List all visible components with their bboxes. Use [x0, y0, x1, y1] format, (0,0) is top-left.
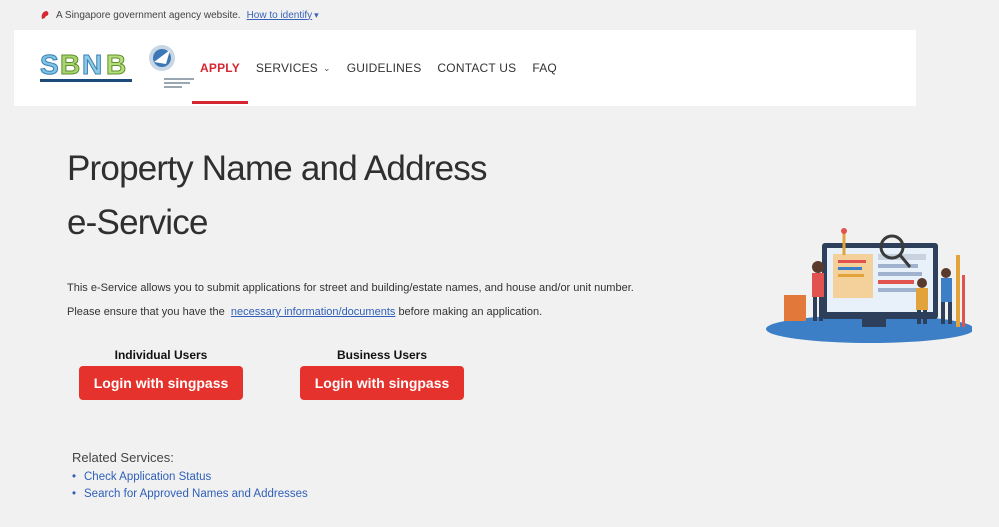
business-users-section: Business Users Login with singpass — [300, 348, 464, 400]
individual-users-label: Individual Users — [114, 348, 208, 362]
svg-text:N: N — [82, 49, 102, 80]
svg-text:B: B — [60, 49, 80, 80]
necessary-documents-link[interactable]: necessary information/documents — [231, 306, 395, 318]
related-services-heading: Related Services: — [72, 450, 174, 465]
svg-text:B: B — [106, 49, 126, 80]
business-users-label: Business Users — [336, 348, 428, 362]
header-navbar: S B N B APPLY SERVICES ⌄ GUIDELINES CONT… — [14, 30, 916, 106]
hero-illustration — [766, 228, 972, 343]
page-title-line-1: Property Name and Address — [67, 149, 487, 188]
sla-logo[interactable] — [146, 42, 198, 92]
nav-apply-label: APPLY — [200, 61, 240, 75]
nav-services[interactable]: SERVICES ⌄ — [256, 30, 331, 106]
description-line-1: This e-Service allows you to submit appl… — [67, 282, 634, 294]
nav-contact-us[interactable]: CONTACT US — [437, 30, 516, 106]
nav-services-label: SERVICES — [255, 61, 318, 75]
related-services-list: Check Application Status Search for Appr… — [72, 471, 308, 500]
page-title-line-2: e-Service — [67, 203, 208, 242]
nav-apply[interactable]: APPLY — [192, 30, 248, 106]
description-prefix: Please ensure that you have the — [67, 306, 225, 318]
nav-guidelines[interactable]: GUIDELINES — [347, 30, 422, 106]
description-suffix: before making an application. — [398, 306, 543, 318]
individual-login-singpass-button[interactable]: Login with singpass — [79, 366, 243, 400]
nav-guidelines-label: GUIDELINES — [346, 61, 422, 75]
nav-faq[interactable]: FAQ — [532, 30, 557, 106]
nav-contact-us-label: CONTACT US — [437, 61, 517, 75]
svg-text:S: S — [40, 49, 59, 80]
masthead-text: A Singapore government agency website. — [56, 9, 241, 21]
service-description: This e-Service allows you to submit appl… — [67, 276, 634, 324]
nav-faq-label: FAQ — [532, 61, 557, 75]
related-link-check-application-status[interactable]: Check Application Status — [72, 471, 308, 483]
related-link-search-approved-names[interactable]: Search for Approved Names and Addresses — [72, 488, 308, 500]
lion-head-icon — [41, 11, 49, 19]
main-navigation: APPLY SERVICES ⌄ GUIDELINES CONTACT US F… — [192, 30, 573, 106]
sbnb-logo[interactable]: S B N B — [38, 44, 136, 86]
chevron-down-icon[interactable]: ▾ — [314, 10, 319, 21]
description-line-2: Please ensure that you have the necessar… — [67, 300, 634, 324]
business-login-singpass-button[interactable]: Login with singpass — [300, 366, 464, 400]
how-to-identify-link[interactable]: How to identify — [247, 10, 313, 21]
related-services: Related Services: Check Application Stat… — [72, 450, 308, 505]
government-masthead: A Singapore government agency website. H… — [0, 0, 999, 30]
individual-users-section: Individual Users Login with singpass — [79, 348, 243, 400]
chevron-down-icon: ⌄ — [322, 62, 331, 73]
page-title: Property Name and Address e-Service — [67, 142, 487, 250]
